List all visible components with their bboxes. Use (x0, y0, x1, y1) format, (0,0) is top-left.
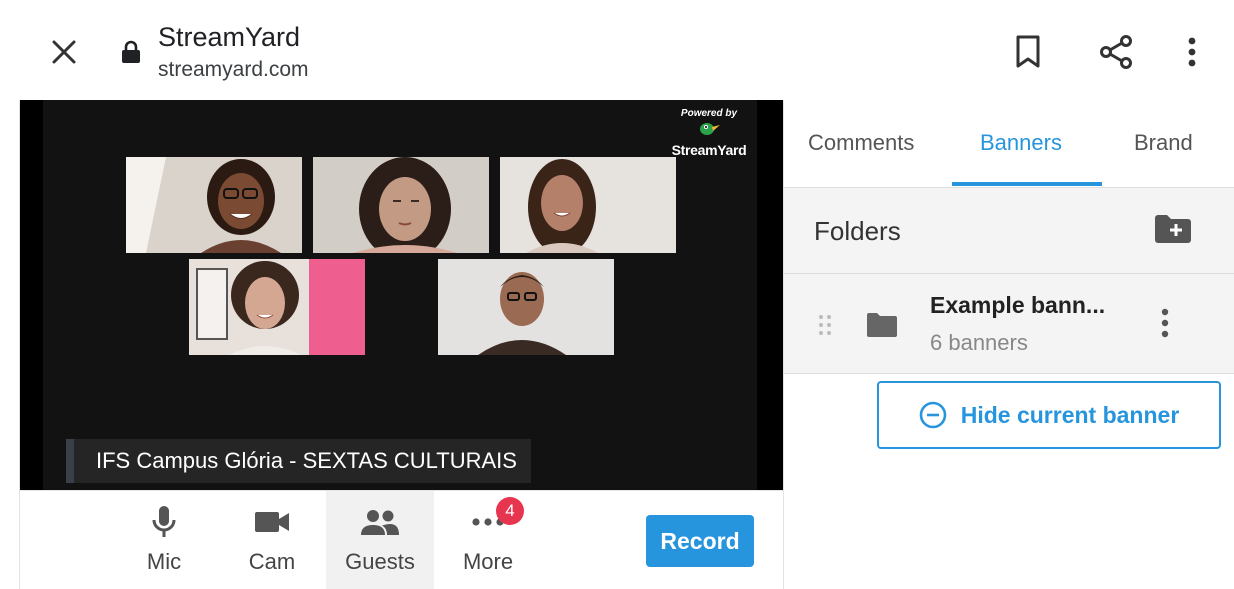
minus-circle-icon (919, 401, 947, 429)
tab-comments[interactable]: Comments (808, 130, 914, 156)
side-panel: Comments Banners Brand Folders Example b… (783, 100, 1234, 589)
page-url: streamyard.com (158, 58, 309, 81)
folder-icon (866, 312, 898, 343)
guests-button[interactable]: Guests (326, 491, 434, 589)
drag-handle-icon[interactable] (818, 314, 832, 341)
participant-video-1[interactable] (126, 157, 302, 253)
mic-button[interactable]: Mic (110, 491, 218, 589)
microphone-icon (151, 505, 177, 539)
hide-current-banner-label: Hide current banner (960, 401, 1180, 428)
folder-more-icon[interactable] (1160, 308, 1170, 343)
page-title: StreamYard (158, 22, 301, 52)
more-button[interactable]: 4 More (434, 491, 542, 589)
bird-logo-icon (700, 123, 720, 135)
panel-tabs: Comments Banners Brand (784, 100, 1234, 188)
cam-label: Cam (248, 549, 296, 574)
hide-current-banner-button[interactable]: Hide current banner (877, 381, 1221, 449)
powered-by-logo: Powered by StreamYard (667, 108, 751, 158)
participant-video-3[interactable] (500, 157, 676, 253)
participant-video-4[interactable] (189, 259, 365, 355)
bookmark-icon[interactable] (1006, 30, 1050, 74)
camera-icon (254, 505, 290, 539)
more-label: More (462, 549, 514, 574)
folder-banner-count: 6 banners (930, 330, 1028, 355)
powered-by-text: Powered by (680, 108, 738, 119)
guests-label: Guests (345, 549, 415, 574)
active-tab-indicator (952, 182, 1102, 186)
folders-header: Folders (784, 188, 1234, 274)
lock-icon (120, 40, 144, 66)
mic-label: Mic (146, 549, 182, 574)
participant-video-5[interactable] (438, 259, 614, 355)
stage-toolbar: Mic Cam Guests 4 More Record (20, 490, 783, 589)
folder-list-item[interactable]: Example bann... 6 banners (784, 274, 1234, 374)
share-icon[interactable] (1094, 30, 1138, 74)
close-icon[interactable] (44, 32, 84, 72)
guests-icon (360, 505, 400, 539)
folders-label: Folders (814, 216, 901, 246)
stage-banner: IFS Campus Glória - SEXTAS CULTURAIS (66, 439, 531, 483)
record-button[interactable]: Record (646, 515, 754, 567)
more-vertical-icon[interactable] (1170, 30, 1214, 74)
cam-button[interactable]: Cam (218, 491, 326, 589)
left-strip (0, 100, 20, 589)
participant-video-2[interactable] (313, 157, 489, 253)
tab-brand[interactable]: Brand (1134, 130, 1193, 156)
more-badge: 4 (496, 497, 524, 525)
folder-name: Example bann... (930, 292, 1106, 318)
stage-container: Powered by StreamYard IFS Campus Glória … (20, 100, 783, 490)
stage-banner-text: IFS Campus Glória - SEXTAS CULTURAIS (96, 448, 517, 473)
broadcast-stage: Powered by StreamYard IFS Campus Glória … (43, 100, 757, 490)
app-root: StreamYard streamyard.com Powered by Str… (0, 0, 1234, 589)
powered-by-brand: StreamYard (671, 142, 747, 158)
new-folder-icon[interactable] (1154, 214, 1194, 248)
tab-banners[interactable]: Banners (980, 130, 1062, 156)
browser-bar: StreamYard streamyard.com (0, 0, 1234, 100)
